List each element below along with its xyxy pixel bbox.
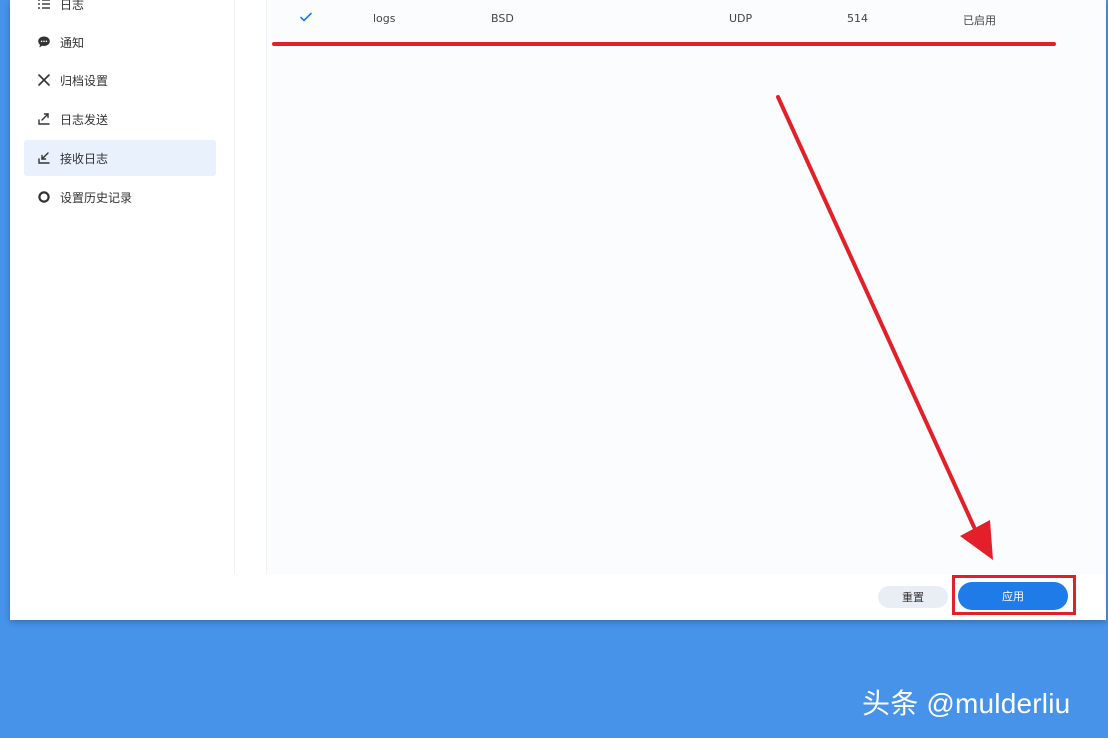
sidebar-item-label: 设置历史记录 [60,190,133,205]
table-row[interactable]: logs BSD UDP 514 已启用 [267,0,1106,40]
sidebar-item-label: 通知 [60,35,85,50]
annotation-underline [272,42,1056,46]
desktop-background: 日志 通知 归档设置 日志发送 接收日志 设置历史记录 logs BSD UDP… [0,0,1108,738]
download-icon [36,150,52,166]
watermark-text: 头条 @mulderliu [862,688,1071,719]
cell-protocol: UDP [729,12,753,25]
cell-port: 514 [847,12,868,25]
tools-icon [36,72,52,88]
log-receiver-table: logs BSD UDP 514 已启用 [266,0,1106,575]
sidebar: 日志 通知 归档设置 日志发送 接收日志 设置历史记录 [10,0,235,620]
sidebar-item-label: 归档设置 [60,73,109,88]
sidebar-item-archive-settings[interactable]: 归档设置 [24,62,216,98]
annotation-highlight-box [952,575,1076,615]
sidebar-item-label: 日志 [60,0,85,12]
gear-icon [36,189,52,205]
list-icon [36,0,52,12]
upload-icon [36,111,52,127]
chat-bubble-icon [36,34,52,50]
sidebar-item-notifications[interactable]: 通知 [24,24,216,60]
cell-status: 已启用 [963,14,996,27]
sidebar-item-label: 日志发送 [60,112,109,127]
reset-button[interactable]: 重置 [878,586,948,608]
sidebar-item-settings-history[interactable]: 设置历史记录 [24,179,216,215]
sidebar-item-label: 接收日志 [60,151,109,166]
sidebar-item-receive-logs[interactable]: 接收日志 [24,140,216,176]
sidebar-item-log-sending[interactable]: 日志发送 [24,101,216,137]
cell-format: BSD [491,12,514,25]
log-center-window: 日志 通知 归档设置 日志发送 接收日志 设置历史记录 logs BSD UDP… [10,0,1106,620]
cell-name: logs [373,12,396,25]
enabled-check-icon [299,10,313,27]
sidebar-item-logs[interactable]: 日志 [24,0,216,22]
main-panel: logs BSD UDP 514 已启用 [234,0,1106,620]
